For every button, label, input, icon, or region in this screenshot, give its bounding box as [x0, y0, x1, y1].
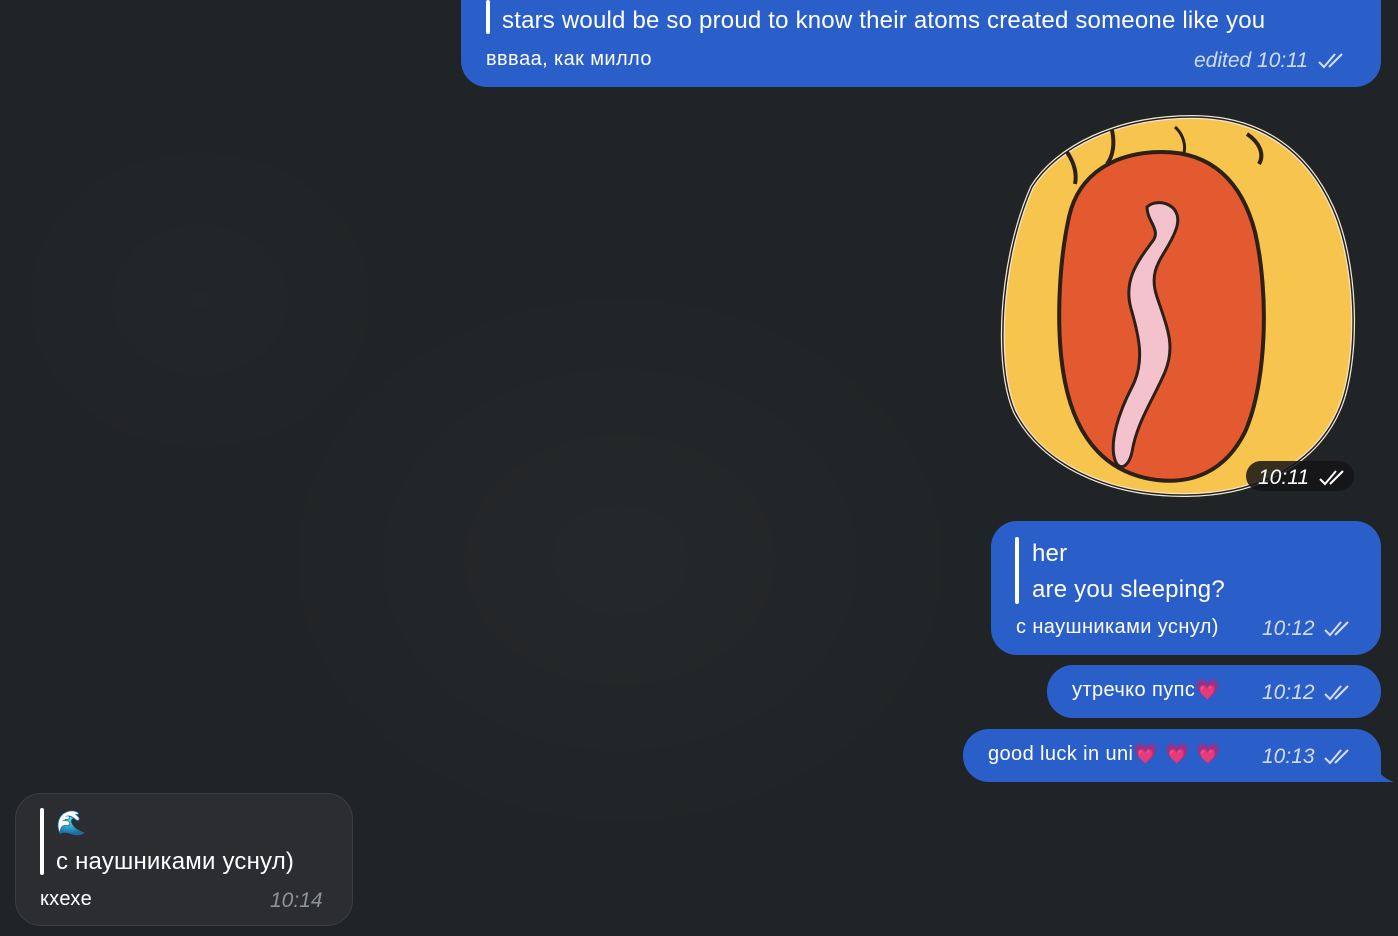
heart-emoji: 💗 [1195, 679, 1221, 701]
message-meta: edited 10:11 [1194, 50, 1348, 71]
read-checkmarks-icon [1319, 470, 1344, 486]
message-text: good luck in uni💗 💗 💗 [988, 744, 1221, 764]
message-text-content: утречко пупс [1072, 679, 1196, 701]
read-checkmarks-icon [1318, 53, 1343, 69]
message-meta: 10:13 [1262, 746, 1354, 767]
bubble-tail [1370, 760, 1394, 782]
quoted-author[interactable]: her [1032, 542, 1067, 566]
message-meta: 10:12 [1262, 682, 1354, 703]
quoted-wave-emoji[interactable]: 🌊 [56, 812, 86, 836]
reply-quote-bar [486, 0, 490, 34]
sticker-meta: 10:11 [1246, 461, 1354, 491]
message-time: 10:13 [1262, 745, 1315, 768]
sticker-time: 10:11 [1258, 466, 1309, 489]
quoted-message-text[interactable]: are you sleeping? [1032, 578, 1225, 602]
message-time: 10:12 [1262, 617, 1315, 640]
reply-quote-bar [40, 808, 44, 875]
message-meta: 10:12 [1262, 618, 1354, 639]
message-text: кхехе [40, 888, 93, 910]
sticker-image[interactable] [997, 112, 1359, 498]
read-checkmarks-icon [1324, 685, 1350, 701]
message-time: 10:12 [1262, 681, 1315, 704]
message-time: 10:14 [270, 889, 323, 912]
read-checkmarks-icon [1324, 749, 1350, 765]
message-text: вввaa, как милло [486, 48, 652, 70]
message-text: утречко пупс💗 [1072, 680, 1221, 700]
read-checkmarks-icon [1324, 621, 1350, 637]
heart-emoji: 💗 💗 💗 [1133, 743, 1222, 765]
reply-quote-bar [1015, 537, 1019, 604]
quoted-message-text[interactable]: stars would be so proud to know their at… [502, 9, 1265, 33]
message-text-content: good luck in uni [988, 743, 1134, 765]
message-time: edited 10:11 [1194, 49, 1309, 72]
message-text: с наушниками уснул) [1016, 616, 1219, 638]
quoted-message-text[interactable]: с наушниками уснул) [56, 850, 294, 874]
